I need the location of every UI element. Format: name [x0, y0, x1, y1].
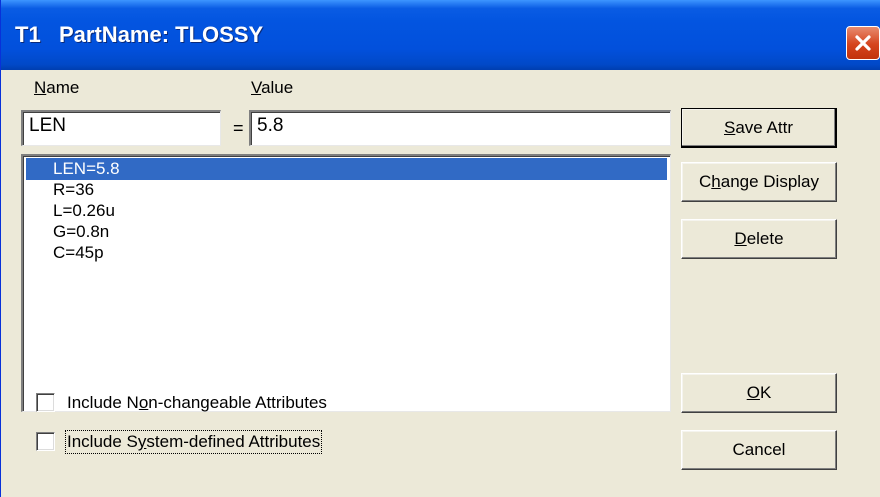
ok-button[interactable]: OK: [681, 373, 837, 413]
save-attr-button[interactable]: Save Attr: [681, 108, 837, 148]
list-item[interactable]: LEN=5.8: [26, 158, 667, 180]
delete-button[interactable]: Delete: [681, 219, 837, 259]
non-changeable-label[interactable]: Include Non-changeable Attributes: [67, 393, 327, 413]
equals-sign: =: [233, 118, 244, 138]
dialog-body: Name Value LEN = 5.8 LEN=5.8 R=36 L=0.26…: [1, 70, 880, 497]
delete-label: Delete: [734, 229, 784, 248]
attributes-list[interactable]: LEN=5.8 R=36 L=0.26u G=0.8n C=45p: [21, 154, 671, 412]
system-defined-checkbox[interactable]: [36, 432, 55, 451]
list-item[interactable]: L=0.26u: [26, 200, 667, 222]
list-item[interactable]: G=0.8n: [26, 221, 667, 243]
list-item[interactable]: C=45p: [26, 242, 667, 264]
value-label: Value: [251, 78, 294, 97]
save-attr-label: Save Attr: [724, 117, 793, 137]
cancel-button[interactable]: Cancel: [681, 430, 837, 470]
ok-label: OK: [746, 383, 772, 402]
change-display-label: Change Display: [698, 172, 820, 191]
system-defined-label[interactable]: Include System-defined Attributes: [64, 430, 323, 454]
name-label: Name: [34, 78, 80, 97]
close-icon: [853, 33, 873, 53]
name-field[interactable]: LEN: [21, 110, 221, 146]
title-bar[interactable]: T1 PartName: TLOSSY: [1, 0, 880, 70]
window-title: T1 PartName: TLOSSY: [15, 22, 264, 47]
close-button[interactable]: [846, 26, 880, 60]
attributes-dialog: T1 PartName: TLOSSY Name Value LEN = 5.8…: [0, 0, 880, 497]
value-field[interactable]: 5.8: [249, 110, 671, 146]
non-changeable-checkbox[interactable]: [36, 393, 55, 412]
list-item[interactable]: R=36: [26, 179, 667, 201]
change-display-button[interactable]: Change Display: [681, 162, 837, 202]
